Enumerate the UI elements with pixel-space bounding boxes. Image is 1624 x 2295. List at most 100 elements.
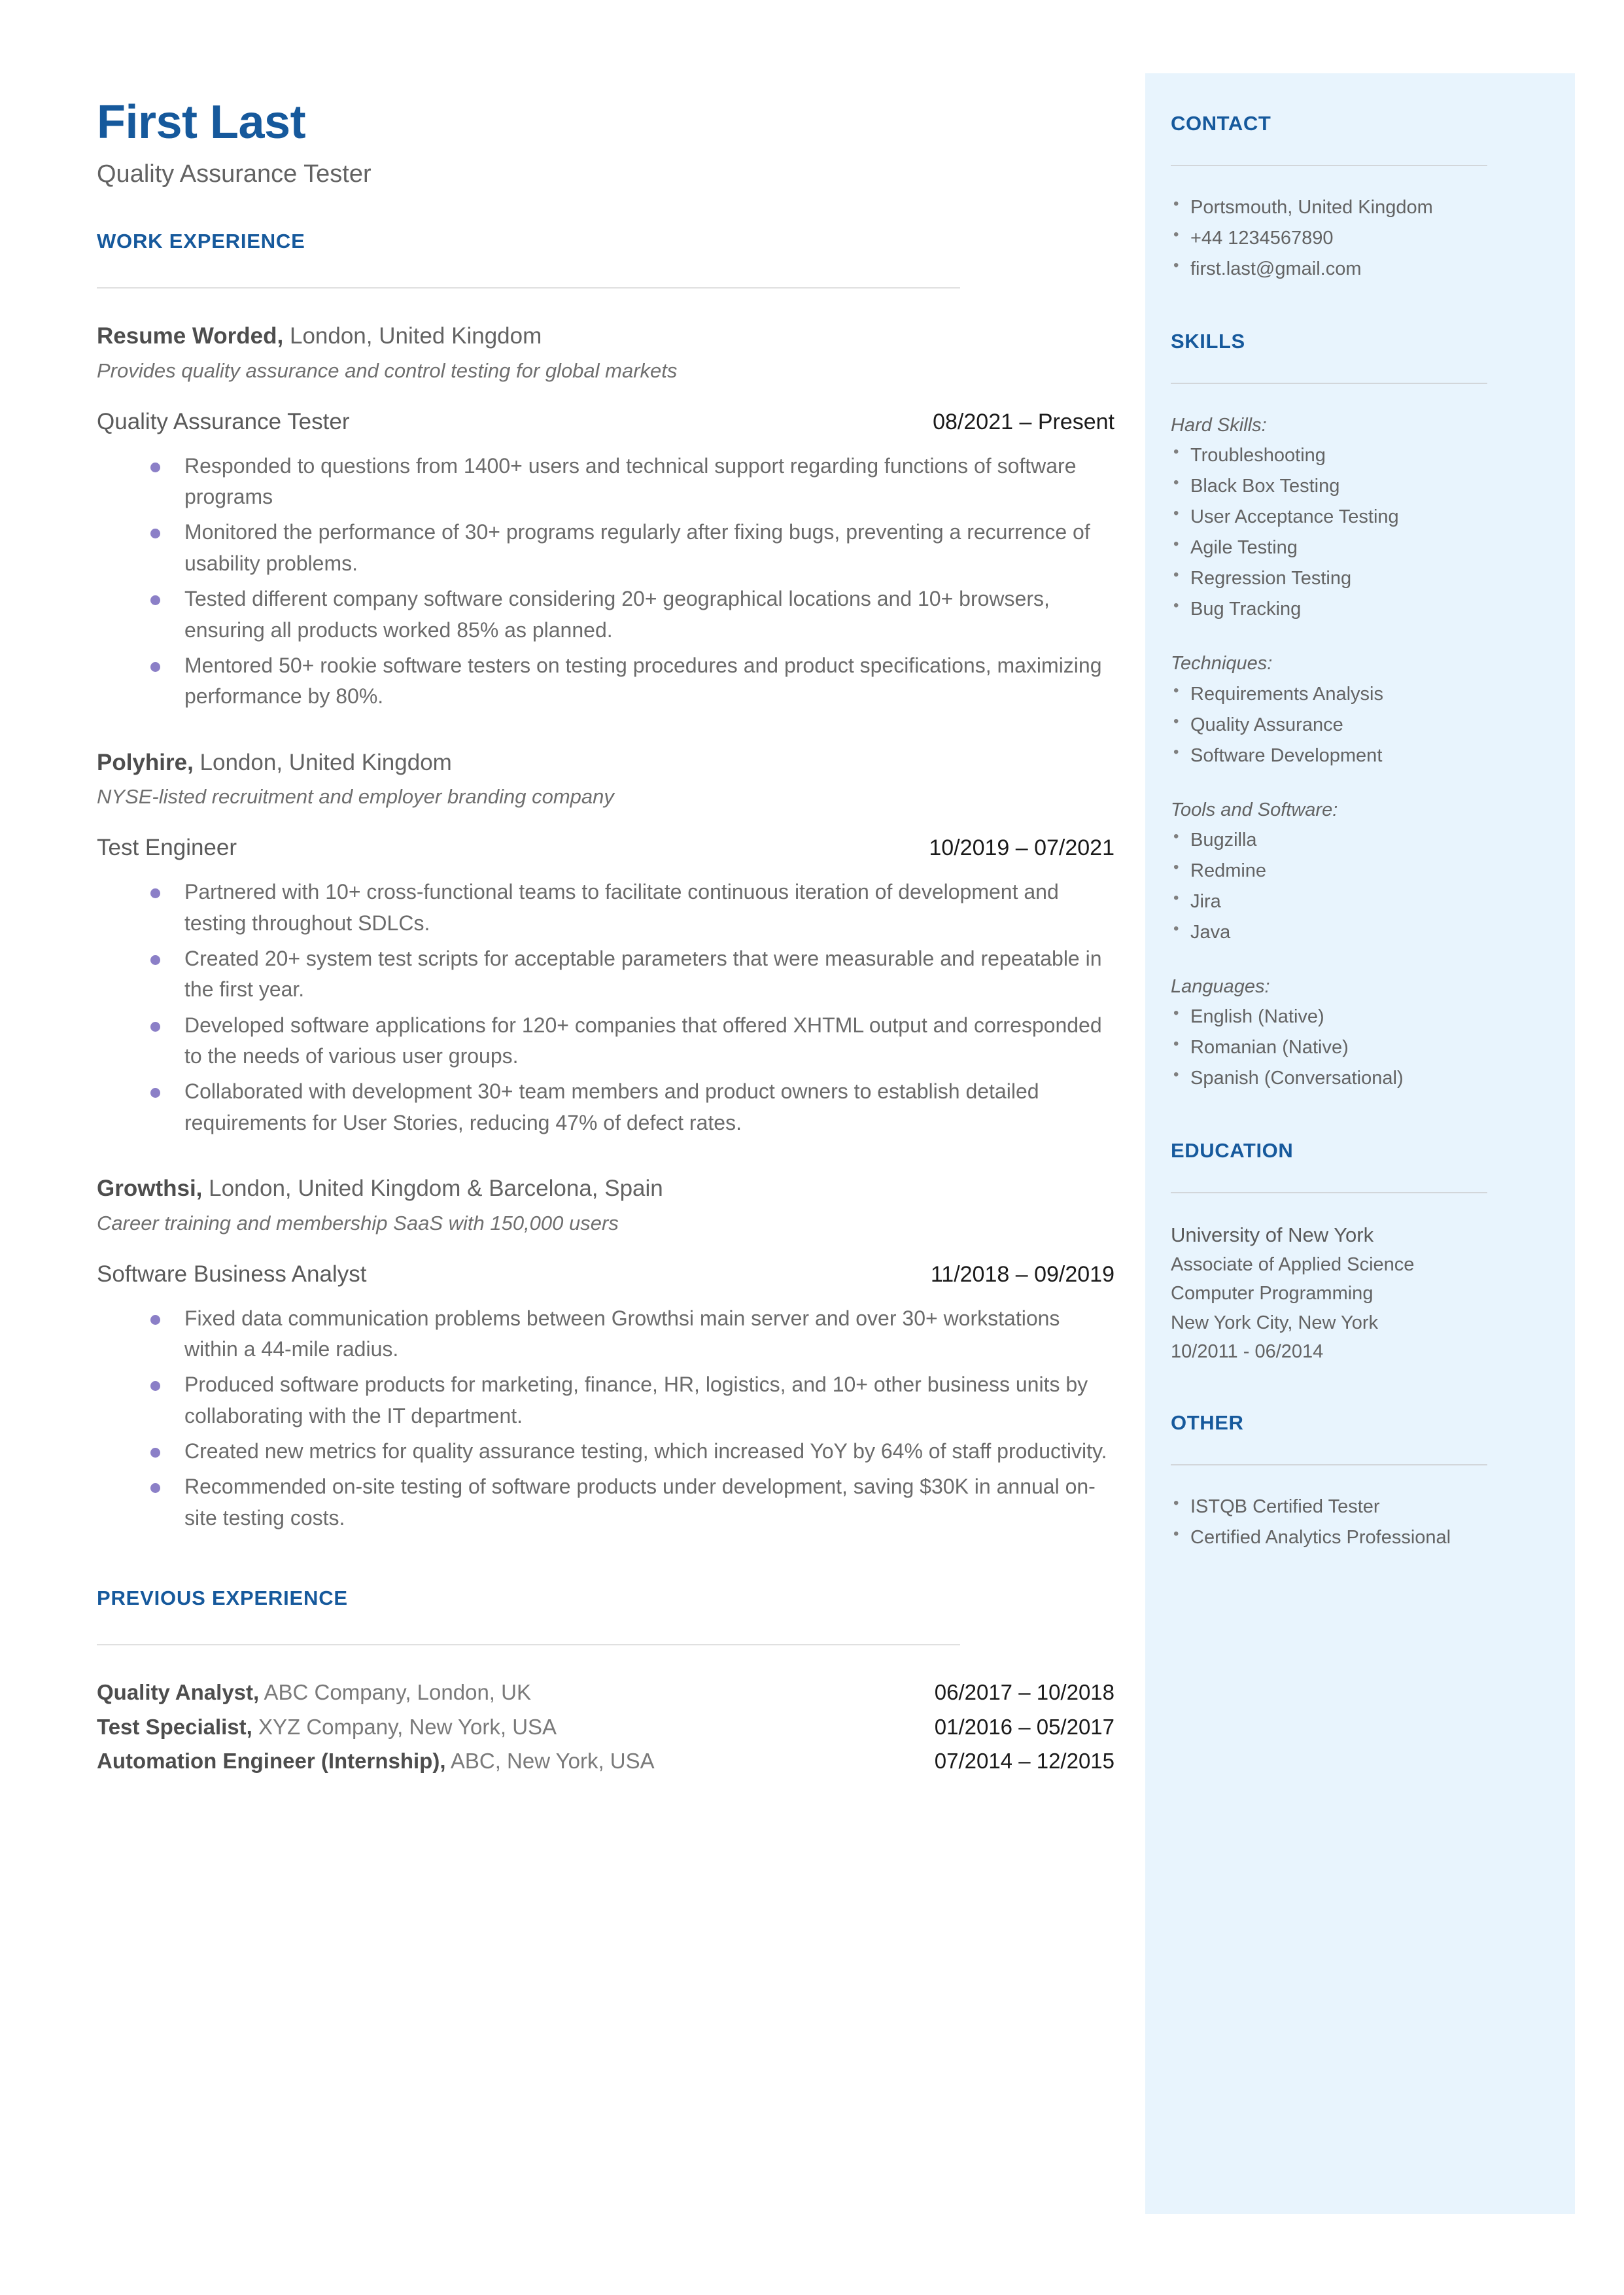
job-bullet: Collaborated with development 30+ team m… xyxy=(97,1076,1114,1138)
job-bullet: Partnered with 10+ cross-functional team… xyxy=(97,877,1114,939)
sidebar-heading-contact: CONTACT xyxy=(1171,112,1271,135)
skill-item: Requirements Analysis xyxy=(1171,678,1521,710)
main-column: First Last Quality Assurance Tester WORK… xyxy=(97,97,1114,1781)
previous-role-title: Automation Engineer (Internship), xyxy=(97,1749,446,1774)
role-row: Test Engineer 10/2019 – 07/2021 xyxy=(97,833,1114,862)
sidebar-divider xyxy=(1171,165,1487,167)
job-entry: Growthsi, London, United Kingdom & Barce… xyxy=(97,1174,1114,1533)
education-school: University of New York xyxy=(1171,1223,1374,1247)
job-bullet: Created new metrics for quality assuranc… xyxy=(97,1436,1114,1467)
education-field: Computer Programming xyxy=(1171,1283,1373,1305)
resume-page: First Last Quality Assurance Tester WORK… xyxy=(0,0,1624,2295)
previous-role-line: Test Specialist, XYZ Company, New York, … xyxy=(97,1713,557,1742)
company-line: Polyhire, London, United Kingdom xyxy=(97,748,1114,778)
previous-role-dates: 06/2017 – 10/2018 xyxy=(934,1680,1114,1705)
education-location: New York City, New York xyxy=(1171,1312,1378,1333)
job-bullet: Produced software products for marketing… xyxy=(97,1369,1114,1431)
role-title: Software Business Analyst xyxy=(97,1261,367,1287)
contact-item-email: first.last@gmail.com xyxy=(1171,253,1521,285)
job-bullets: Fixed data communication problems betwee… xyxy=(97,1303,1114,1534)
job-bullet: Responded to questions from 1400+ users … xyxy=(97,451,1114,513)
other-list: ISTQB Certified Tester Certified Analyti… xyxy=(1171,1491,1521,1553)
skills-group-label-hard-skills: Hard Skills: xyxy=(1171,415,1267,436)
skill-item: Redmine xyxy=(1171,855,1521,886)
skill-item: Jira xyxy=(1171,886,1521,917)
sidebar-divider xyxy=(1171,1463,1487,1465)
other-item: Certified Analytics Professional xyxy=(1171,1522,1521,1553)
company-location: London, United Kingdom xyxy=(283,323,542,349)
education-degree: Associate of Applied Science xyxy=(1171,1254,1415,1276)
job-entry: Resume Worded, London, United Kingdom Pr… xyxy=(97,321,1114,712)
sidebar-heading-other: OTHER xyxy=(1171,1410,1244,1434)
previous-experience-row: Quality Analyst, ABC Company, London, UK… xyxy=(97,1678,1114,1708)
company-location: London, United Kingdom & Barcelona, Spai… xyxy=(202,1176,663,1202)
section-heading-work-experience: WORK EXPERIENCE xyxy=(97,230,305,253)
previous-role-title: Quality Analyst, xyxy=(97,1680,260,1705)
skills-group-list: Requirements Analysis Quality Assurance … xyxy=(1171,678,1521,771)
company-location: London, United Kingdom xyxy=(193,749,452,775)
company-name: Resume Worded, xyxy=(97,323,284,349)
job-bullets: Partnered with 10+ cross-functional team… xyxy=(97,877,1114,1138)
skill-item: Quality Assurance xyxy=(1171,709,1521,741)
job-bullet: Recommended on-site testing of software … xyxy=(97,1471,1114,1533)
section-divider xyxy=(97,1644,960,1646)
previous-role-detail: ABC, New York, USA xyxy=(445,1749,655,1774)
role-title: Test Engineer xyxy=(97,835,237,861)
skills-group-list: Bugzilla Redmine Jira Java xyxy=(1171,824,1521,948)
skills-group-label-techniques: Techniques: xyxy=(1171,653,1273,674)
company-name: Growthsi, xyxy=(97,1176,203,1202)
previous-experience-row: Automation Engineer (Internship), ABC, N… xyxy=(97,1747,1114,1776)
skill-item: Black Box Testing xyxy=(1171,470,1521,502)
skill-item: Regression Testing xyxy=(1171,563,1521,594)
job-bullet: Fixed data communication problems betwee… xyxy=(97,1303,1114,1365)
skill-item: Troubleshooting xyxy=(1171,440,1521,471)
sidebar: CONTACT Portsmouth, United Kingdom +44 1… xyxy=(1145,73,1575,2214)
skills-group-label-languages: Languages: xyxy=(1171,975,1270,997)
job-bullet: Developed software applications for 120+… xyxy=(97,1010,1114,1072)
job-bullet: Monitored the performance of 30+ program… xyxy=(97,517,1114,579)
skill-item: Spanish (Conversational) xyxy=(1171,1062,1521,1094)
company-description: Provides quality assurance and control t… xyxy=(97,359,678,382)
other-item: ISTQB Certified Tester xyxy=(1171,1491,1521,1522)
company-description: Career training and membership SaaS with… xyxy=(97,1211,619,1235)
sidebar-divider xyxy=(1171,383,1487,385)
job-bullet: Created 20+ system test scripts for acce… xyxy=(97,943,1114,1006)
previous-role-dates: 01/2016 – 05/2017 xyxy=(934,1714,1114,1739)
previous-role-line: Quality Analyst, ABC Company, London, UK xyxy=(97,1678,531,1708)
role-row: Software Business Analyst 11/2018 – 09/2… xyxy=(97,1260,1114,1289)
professional-title: Quality Assurance Tester xyxy=(97,160,371,188)
job-bullet: Mentored 50+ rookie software testers on … xyxy=(97,650,1114,712)
skill-item: Romanian (Native) xyxy=(1171,1032,1521,1063)
previous-role-detail: ABC Company, London, UK xyxy=(259,1680,531,1705)
role-dates: 11/2018 – 09/2019 xyxy=(930,1261,1114,1287)
role-row: Quality Assurance Tester 08/2021 – Prese… xyxy=(97,408,1114,436)
skill-item: Software Development xyxy=(1171,740,1521,771)
sidebar-divider xyxy=(1171,1192,1487,1194)
skills-group-list: English (Native) Romanian (Native) Spani… xyxy=(1171,1001,1521,1094)
contact-list: Portsmouth, United Kingdom +44 123456789… xyxy=(1171,192,1521,285)
sidebar-heading-skills: SKILLS xyxy=(1171,330,1245,353)
skill-item: Bug Tracking xyxy=(1171,593,1521,625)
role-dates: 10/2019 – 07/2021 xyxy=(929,835,1114,861)
company-description: NYSE-listed recruitment and employer bra… xyxy=(97,785,614,809)
contact-item-location: Portsmouth, United Kingdom xyxy=(1171,192,1521,223)
skill-item: English (Native) xyxy=(1171,1001,1521,1032)
role-title: Quality Assurance Tester xyxy=(97,408,350,434)
previous-experience-row: Test Specialist, XYZ Company, New York, … xyxy=(97,1713,1114,1742)
company-name: Polyhire, xyxy=(97,749,194,775)
job-bullets: Responded to questions from 1400+ users … xyxy=(97,451,1114,712)
company-line: Resume Worded, London, United Kingdom xyxy=(97,321,1114,351)
company-line: Growthsi, London, United Kingdom & Barce… xyxy=(97,1174,1114,1204)
contact-item-phone: +44 1234567890 xyxy=(1171,222,1521,254)
section-divider xyxy=(97,287,960,289)
previous-experience-list: Quality Analyst, ABC Company, London, UK… xyxy=(97,1678,1114,1776)
skill-item: Java xyxy=(1171,917,1521,948)
job-entry: Polyhire, London, United Kingdom NYSE-li… xyxy=(97,748,1114,1138)
